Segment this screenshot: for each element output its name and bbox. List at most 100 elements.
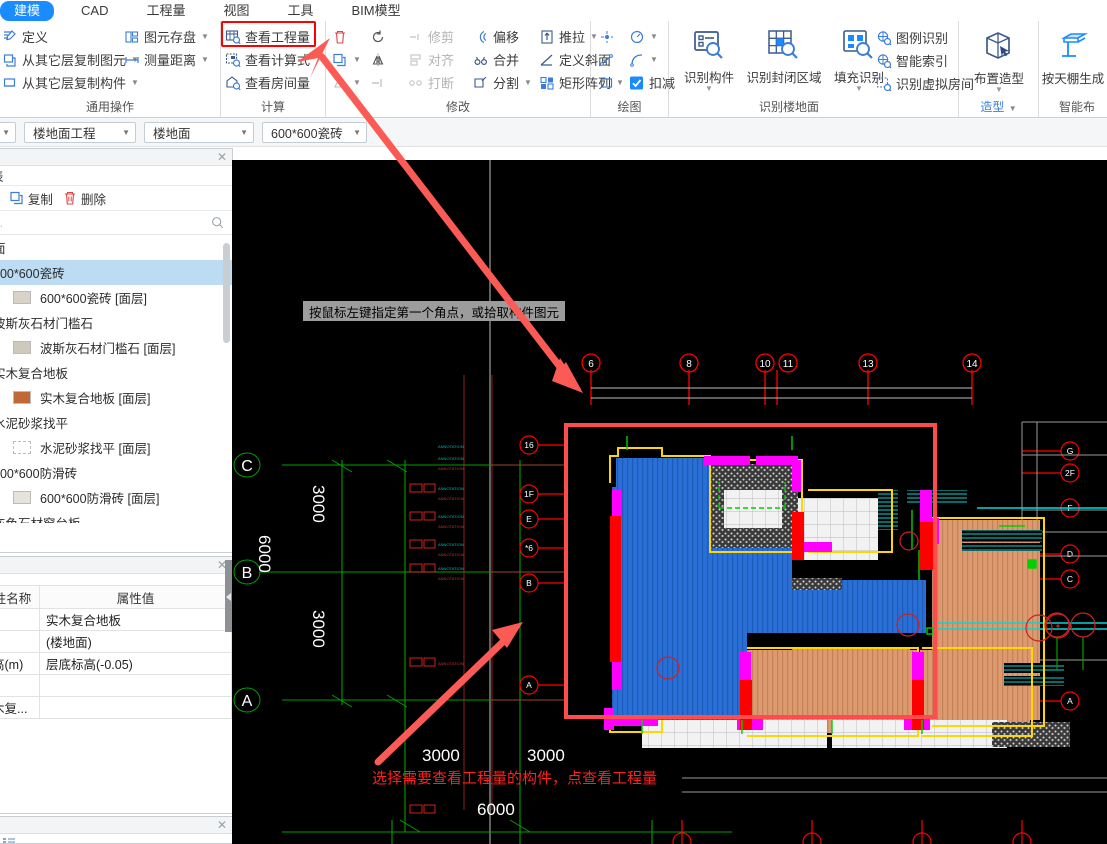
ribbon-item-mirror-copy[interactable]: ▼	[332, 71, 361, 94]
tree-item[interactable]: 600*600防滑砖	[0, 460, 232, 485]
chevron-down-icon[interactable]: ▼	[2, 128, 10, 137]
tab-view[interactable]: 视图	[212, 1, 260, 21]
ribbon-item-copy[interactable]: ▼	[332, 48, 361, 71]
ribbon-bigbutton-recognize-member[interactable]: 识别构件 ▼	[677, 26, 741, 93]
ribbon-item-copy-member-from-layer[interactable]: 从其它层复制构件 ▼	[2, 71, 139, 94]
prop-value[interactable]: 层底标高(-0.05)	[39, 652, 232, 675]
table-row[interactable]: 高(m) 层底标高(-0.05)	[0, 652, 232, 675]
ribbon-item-split[interactable]: 分割 ▼	[473, 71, 532, 94]
prop-value[interactable]	[39, 696, 232, 719]
chevron-down-icon[interactable]: ▼	[353, 128, 361, 137]
grid-label-A: A	[242, 693, 253, 710]
component-type-combo[interactable]: 楼地面 ▼	[144, 121, 254, 143]
tab-tools[interactable]: 工具	[277, 1, 325, 21]
tab-bim-model[interactable]: BIM模型	[341, 1, 412, 21]
tree-item[interactable]: 实木复合地板	[0, 360, 232, 385]
ribbon-item-view-quantity[interactable]: 查看工程量	[225, 25, 310, 48]
teal-hatch-1	[1004, 663, 1064, 673]
tree-item[interactable]: 水泥砂浆找平 [面层]	[0, 435, 232, 460]
panel-splitter[interactable]	[225, 560, 232, 632]
close-icon[interactable]: ✕	[217, 150, 227, 164]
prop-value[interactable]: (楼地面)	[39, 630, 232, 653]
chevron-down-icon[interactable]: ▼	[201, 55, 209, 64]
generate-by-ceiling-icon	[1053, 27, 1093, 67]
tab-cad[interactable]: CAD	[70, 1, 119, 21]
chevron-down-icon[interactable]: ▼	[353, 55, 361, 64]
table-row[interactable]: 木复...	[0, 696, 232, 719]
delete-button[interactable]: 删除	[62, 189, 106, 208]
dimension-horizontal-2: 3000	[527, 746, 565, 765]
tree-item[interactable]: 600*600防滑砖 [面层]	[0, 485, 232, 510]
search-input[interactable]: ...	[0, 211, 232, 235]
search-icon[interactable]	[211, 216, 224, 229]
ribbon-item-view-room-quantity[interactable]: 查看房间量	[225, 71, 310, 94]
tab-quantity[interactable]: 工程量	[135, 1, 196, 21]
chevron-down-icon[interactable]: ▼	[650, 32, 658, 41]
ribbon-item-rectangle[interactable]	[599, 71, 615, 94]
chevron-down-icon[interactable]: ▼	[995, 86, 1003, 94]
chevron-down-icon[interactable]: ▼	[240, 128, 248, 137]
ribbon-item-extend[interactable]	[370, 71, 386, 94]
ribbon-group-title: 智能布	[1058, 100, 1095, 114]
chevron-down-icon[interactable]: ▼	[353, 78, 361, 87]
chevron-down-icon[interactable]: ▼	[705, 85, 713, 93]
tree-item[interactable]: 水泥砂浆找平	[0, 410, 232, 435]
chevron-down-icon[interactable]: ▼	[650, 55, 658, 64]
table-row[interactable]: (楼地面)	[0, 630, 232, 653]
svg-text:E: E	[526, 514, 532, 524]
tree-item[interactable]: 波斯灰石材门槛石 [面层]	[0, 335, 232, 360]
tree-item[interactable]: 600*600瓷砖 [面层]	[0, 285, 232, 310]
chevron-down-icon[interactable]: ▼	[122, 128, 130, 137]
chevron-down-icon[interactable]: ▼	[201, 32, 209, 41]
tree-item[interactable]: 波斯灰石材门槛石	[0, 310, 232, 335]
deduct-checkbox[interactable]	[629, 75, 645, 91]
ribbon-item-offset[interactable]: 偏移	[473, 25, 532, 48]
close-icon[interactable]: ✕	[217, 818, 227, 832]
chevron-down-icon[interactable]: ▼	[524, 78, 532, 87]
ribbon-group-title[interactable]: 造型 ▼	[959, 98, 1038, 115]
ribbon-item-rotate[interactable]	[370, 25, 386, 48]
ribbon-bigbutton-place-shape[interactable]: 布置造型 ▼	[967, 27, 1031, 94]
ribbon-bigbutton-generate-by-ceiling[interactable]: 按天棚生成	[1041, 27, 1105, 87]
ribbon-item-point[interactable]	[599, 25, 615, 48]
tab-modeling[interactable]: 建模	[0, 0, 55, 21]
chevron-down-icon[interactable]: ▼	[855, 85, 863, 93]
tree-item[interactable]: 实木复合地板 [面层]	[0, 385, 232, 410]
ribbon-item-mirror[interactable]	[370, 48, 386, 71]
floor-region-tile-balcony[interactable]	[642, 720, 827, 748]
table-row[interactable]	[0, 674, 232, 697]
ribbon-item-element-save[interactable]: 图元存盘 ▼	[124, 25, 209, 48]
ribbon-item-align[interactable]: 对齐	[408, 48, 454, 71]
ribbon-item-label: 测量距离	[144, 53, 197, 68]
cad-canvas[interactable]: C B A 68 10 11 13 14 16 1F E *6 B A G 2F…	[232, 160, 1107, 844]
ribbon-item-break[interactable]: 打断	[408, 71, 454, 94]
tree-item[interactable]: 灰色石材窗台板	[0, 510, 232, 523]
component-combo[interactable]: 600*600瓷砖 ▼	[262, 121, 367, 143]
mirror-copy-icon	[334, 77, 344, 88]
cad-drawing[interactable]: C B A 68 10 11 13 14 161F E*6 BA G2F D C…	[232, 160, 1107, 844]
discipline-combo[interactable]: 楼地面工程 ▼	[24, 121, 136, 143]
ribbon-item-copy-element-from-layer[interactable]: 从其它层复制图元 ▼	[2, 48, 139, 71]
ribbon-item-line[interactable]	[599, 48, 615, 71]
tree-item[interactable]: 600*600瓷砖	[0, 260, 232, 285]
tree-item-label: 波斯灰石材门槛石	[0, 317, 94, 331]
prop-value[interactable]: 实木复合地板	[39, 608, 232, 631]
ribbon-item-delete[interactable]	[332, 25, 361, 48]
table-row[interactable]: 实木复合地板	[0, 608, 232, 631]
ribbon-item-label: 分割	[493, 76, 520, 91]
ribbon-item-view-formula[interactable]: 查看计算式	[225, 48, 310, 71]
ribbon-item-trim[interactable]: 修剪	[408, 25, 454, 48]
vertical-scrollbar[interactable]	[223, 243, 230, 343]
tree-root[interactable]: 面	[0, 235, 232, 260]
ribbon-item-define[interactable]: 定义	[2, 25, 139, 48]
prop-value[interactable]	[39, 674, 232, 697]
copy-button[interactable]: 复制	[9, 189, 53, 208]
grid-bottom	[391, 820, 732, 844]
ribbon-item-merge[interactable]: 合并	[473, 48, 532, 71]
chevron-down-icon[interactable]: ▼	[131, 78, 139, 87]
ribbon-bigbutton-recognize-closed-area[interactable]: 识别封闭区域	[745, 26, 823, 92]
ribbon-item-measure-distance[interactable]: 测量距离 ▼	[124, 48, 209, 71]
layer-combo[interactable]: ▼	[0, 121, 16, 143]
recognize-member-icon	[691, 26, 727, 66]
chevron-down-icon[interactable]: ▼	[1009, 104, 1017, 113]
